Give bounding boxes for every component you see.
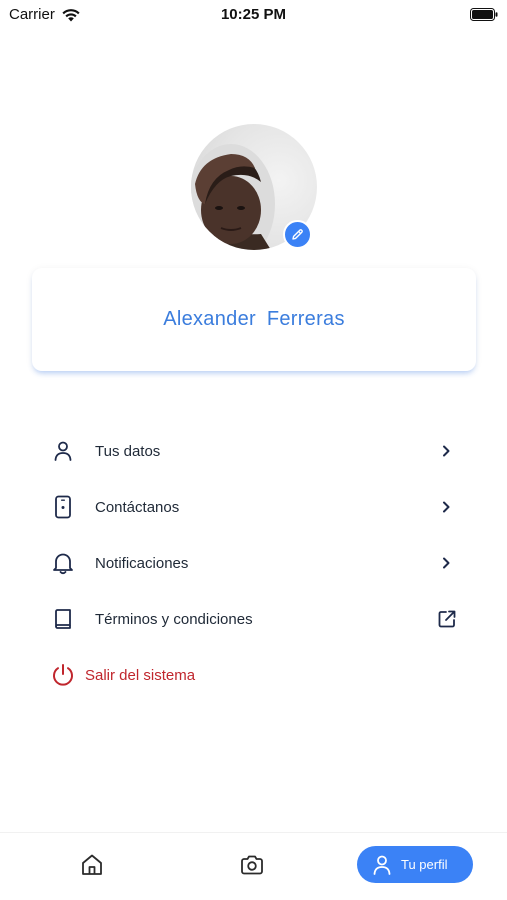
menu-item-tus-datos[interactable]: Tus datos xyxy=(50,423,460,479)
chevron-right-icon xyxy=(438,499,454,515)
menu-item-notificaciones[interactable]: Notificaciones xyxy=(50,535,460,591)
bottom-nav: Tu perfil xyxy=(0,832,507,900)
profile-menu: Tus datos Contáctanos Notificaciones Tér… xyxy=(50,423,460,703)
menu-item-label: Contáctanos xyxy=(95,498,180,516)
status-bar: Carrier 10:25 PM xyxy=(0,0,507,30)
profile-name: Alexander Ferreras xyxy=(163,308,345,330)
camera-icon xyxy=(241,855,263,875)
menu-item-label: Términos y condiciones xyxy=(95,610,253,628)
logout-button[interactable]: Salir del sistema xyxy=(50,647,460,703)
avatar-container xyxy=(191,124,317,250)
menu-item-terminos[interactable]: Términos y condiciones xyxy=(50,591,460,647)
menu-item-contactanos[interactable]: Contáctanos xyxy=(50,479,460,535)
pencil-icon xyxy=(292,229,303,240)
nav-profile-label: Tu perfil xyxy=(401,857,448,872)
chevron-right-icon xyxy=(438,443,454,459)
book-icon xyxy=(50,606,76,632)
battery-icon xyxy=(470,8,498,21)
profile-name-card: Alexander Ferreras xyxy=(32,268,476,371)
user-icon xyxy=(50,438,76,464)
chevron-right-icon xyxy=(438,555,454,571)
menu-item-label: Notificaciones xyxy=(95,554,189,572)
home-icon xyxy=(82,854,102,875)
nav-home-button[interactable] xyxy=(79,852,105,878)
phone-icon xyxy=(50,494,76,520)
menu-item-label: Tus datos xyxy=(95,442,161,460)
edit-avatar-button[interactable] xyxy=(283,220,312,249)
external-link-icon xyxy=(436,608,458,630)
nav-profile-button[interactable]: Tu perfil xyxy=(357,846,473,883)
bell-icon xyxy=(50,550,76,576)
nav-camera-button[interactable] xyxy=(239,852,265,878)
user-icon xyxy=(373,855,391,875)
status-time: 10:25 PM xyxy=(220,6,287,23)
logout-label: Salir del sistema xyxy=(85,666,196,684)
power-icon xyxy=(50,662,76,688)
